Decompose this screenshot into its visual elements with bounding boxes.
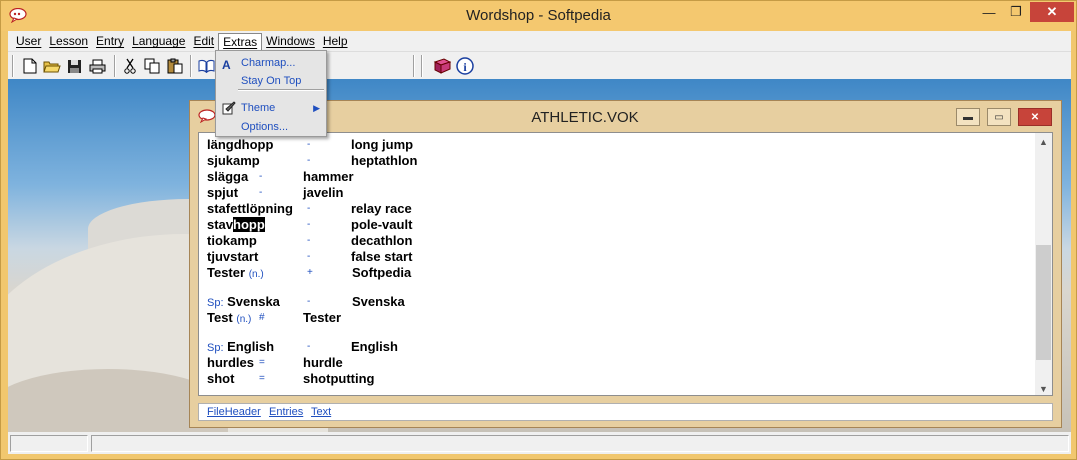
book-icon	[198, 59, 214, 73]
tab-text[interactable]: Text	[311, 405, 331, 420]
info-button[interactable]: i	[455, 56, 475, 76]
scroll-up-button[interactable]: ▲	[1035, 133, 1052, 150]
cut-button[interactable]	[120, 56, 140, 76]
word-text: stav	[207, 217, 234, 232]
chevron-up-icon: ▲	[1039, 136, 1048, 147]
close-button[interactable]: ✕	[1030, 2, 1074, 22]
menu-separator	[238, 89, 324, 91]
child-minimize-button[interactable]: ▬	[956, 108, 980, 126]
text-selection[interactable]: hopp	[233, 217, 265, 232]
child-restore-button[interactable]: ▭	[987, 108, 1011, 126]
theme-icon	[222, 101, 236, 115]
copy-icon	[144, 58, 160, 74]
word-class-label: (n.)	[248, 269, 264, 280]
word-class-label: (n.)	[236, 314, 252, 325]
toolbar-separator	[421, 55, 423, 77]
tab-entries[interactable]: Entries	[269, 405, 303, 420]
menu-windows[interactable]: Windows	[262, 33, 319, 49]
minimize-icon: —	[982, 4, 996, 20]
help-book-icon	[433, 58, 451, 74]
vocabulary-window: ATHLETIC.VOK ▬ ▭ ✕ längdhopp - long jump…	[189, 100, 1062, 428]
menu-item-stay-on-top[interactable]: Stay On Top	[218, 72, 324, 90]
minimize-icon: ▬	[963, 111, 973, 123]
open-button[interactable]	[42, 56, 62, 76]
language-label: Sp:	[207, 297, 224, 309]
scrollbar-thumb[interactable]	[1036, 245, 1051, 360]
help-book-button[interactable]	[432, 56, 452, 76]
maximize-button[interactable]: ❐	[1003, 2, 1029, 22]
status-pane	[91, 435, 1069, 452]
print-icon	[89, 59, 105, 73]
menu-user[interactable]: User	[12, 33, 45, 49]
menu-entry[interactable]: Entry	[92, 33, 128, 49]
copy-button[interactable]	[142, 56, 162, 76]
close-icon: ✕	[1046, 4, 1058, 19]
menu-item-options[interactable]: Options...	[218, 118, 324, 136]
toolbar-separator	[413, 55, 415, 77]
child-close-button[interactable]: ✕	[1018, 108, 1052, 126]
cut-icon	[124, 58, 136, 74]
print-button[interactable]	[87, 56, 107, 76]
menu-extras[interactable]: Extras	[218, 32, 263, 50]
save-button[interactable]	[64, 56, 84, 76]
vocabulary-text-area[interactable]: längdhopp - long jump sjukamp - heptathl…	[198, 132, 1053, 396]
menu-help[interactable]: Help	[319, 33, 352, 49]
chevron-down-icon: ▼	[1039, 383, 1048, 394]
menu-edit[interactable]: Edit	[189, 33, 218, 49]
menu-item-charmap[interactable]: A Charmap...	[218, 54, 324, 72]
paste-icon	[167, 58, 183, 74]
window-title: Wordshop - Softpedia	[466, 7, 611, 24]
save-icon	[67, 59, 81, 73]
open-icon	[43, 61, 61, 73]
status-bar	[8, 432, 1071, 454]
extras-dropdown-menu: A Charmap... Stay On Top Theme ▶ Options…	[215, 50, 327, 137]
info-icon: i	[456, 57, 474, 75]
book-button[interactable]	[196, 56, 216, 76]
vertical-scrollbar[interactable]: ▲ ▼	[1035, 133, 1052, 395]
menu-item-theme[interactable]: Theme ▶	[218, 99, 324, 117]
scroll-down-button[interactable]: ▼	[1035, 380, 1052, 395]
restore-icon: ▭	[994, 111, 1004, 123]
menu-lesson[interactable]: Lesson	[45, 33, 92, 49]
language-label: Sp:	[207, 342, 224, 354]
submenu-arrow-icon: ▶	[313, 103, 320, 113]
toolbar-separator	[12, 55, 14, 77]
minimize-button[interactable]: —	[976, 2, 1002, 22]
new-button[interactable]	[20, 56, 40, 76]
restore-icon: ❐	[1010, 4, 1022, 19]
toolbar: i	[8, 51, 1071, 79]
close-icon: ✕	[1030, 111, 1040, 123]
new-icon	[23, 58, 37, 74]
title-bar: Wordshop - Softpedia — ❐ ✕	[1, 1, 1076, 31]
toolbar-separator	[190, 55, 192, 77]
tab-fileheader[interactable]: FileHeader	[207, 405, 261, 420]
menu-bar: User Lesson Entry Language Edit Extras W…	[8, 31, 1071, 51]
status-pane	[10, 435, 88, 452]
toolbar-separator	[114, 55, 116, 77]
letter-a-icon: A	[222, 58, 231, 72]
app-window: Wordshop - Softpedia — ❐ ✕ User Lesson E…	[0, 0, 1077, 460]
view-tabs: FileHeader Entries Text	[198, 403, 1053, 421]
paste-button[interactable]	[165, 56, 185, 76]
menu-language[interactable]: Language	[128, 33, 189, 49]
